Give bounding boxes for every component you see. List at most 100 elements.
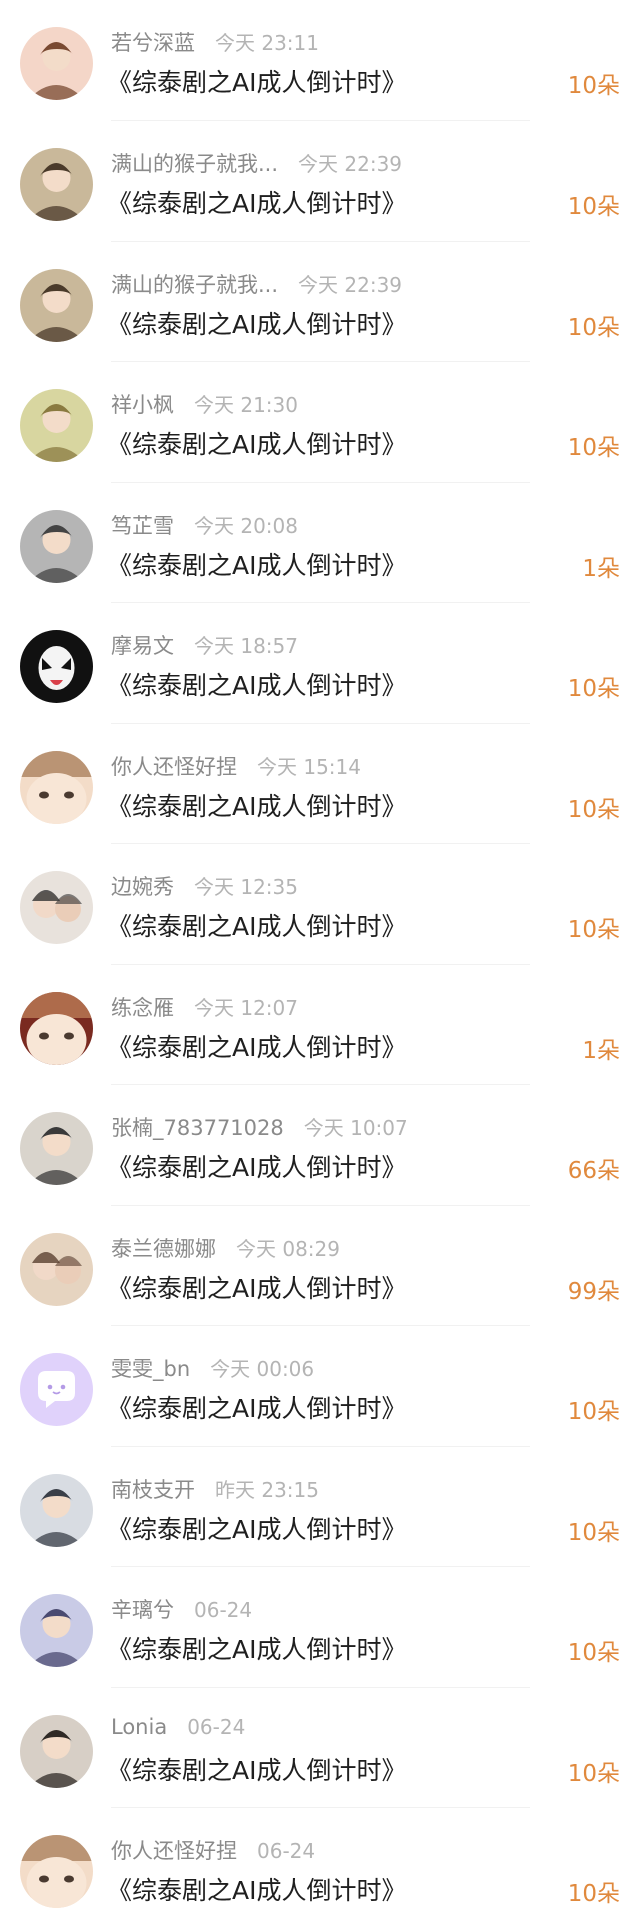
username[interactable]: 南枝支开	[111, 1478, 195, 1502]
book-title[interactable]: 《综泰剧之AI成人倒计时》	[107, 1630, 406, 1666]
book-title[interactable]: 《综泰剧之AI成人倒计时》	[107, 787, 406, 823]
list-item[interactable]: 练念雁 今天 12:07 《综泰剧之AI成人倒计时》 1朵	[0, 965, 640, 1085]
timestamp: 今天 00:06	[210, 1357, 315, 1381]
avatar[interactable]	[20, 1835, 93, 1908]
timestamp: 今天 12:07	[194, 995, 298, 1020]
timestamp: 昨天 23:15	[215, 1477, 319, 1502]
avatar-anime-icon	[20, 750, 93, 824]
list-item[interactable]: 笃芷雪 今天 20:08 《综泰剧之AI成人倒计时》 1朵	[0, 483, 640, 603]
avatar-mask-icon	[20, 630, 93, 703]
book-title[interactable]: 《综泰剧之AI成人倒计时》	[107, 305, 406, 341]
timestamp: 今天 23:11	[215, 31, 319, 55]
list-item[interactable]: 摩易文 今天 18:57 《综泰剧之AI成人倒计时》 10朵	[0, 603, 640, 724]
flower-count: 10朵	[567, 194, 620, 220]
avatar[interactable]	[20, 1112, 93, 1185]
list-item[interactable]: 辛璃兮 06-24 《综泰剧之AI成人倒计时》 10朵	[0, 1567, 640, 1688]
username[interactable]: 边婉秀	[111, 875, 174, 899]
avatar[interactable]	[20, 27, 93, 100]
avatar[interactable]	[20, 1353, 93, 1426]
username[interactable]: 雯雯_bn	[111, 1357, 190, 1381]
list-item[interactable]: 南枝支开 昨天 23:15 《综泰剧之AI成人倒计时》 10朵	[0, 1447, 640, 1567]
avatar[interactable]	[20, 268, 93, 342]
book-title[interactable]: 《综泰剧之AI成人倒计时》	[107, 1389, 406, 1425]
flower-count: 10朵	[567, 73, 620, 99]
book-title[interactable]: 《综泰剧之AI成人倒计时》	[107, 1510, 406, 1546]
list-item[interactable]: Lonia 06-24 《综泰剧之AI成人倒计时》 10朵	[0, 1688, 640, 1808]
list-item[interactable]: 雯雯_bn 今天 00:06 《综泰剧之AI成人倒计时》 10朵	[0, 1326, 640, 1447]
username[interactable]: 摩易文	[111, 634, 174, 658]
avatar[interactable]	[20, 509, 93, 583]
flower-count: 10朵	[567, 917, 620, 943]
book-title[interactable]: 《综泰剧之AI成人倒计时》	[107, 1871, 406, 1907]
list-item[interactable]: 祥小枫 今天 21:30 《综泰剧之AI成人倒计时》 10朵	[0, 362, 640, 483]
book-title[interactable]: 《综泰剧之AI成人倒计时》	[107, 425, 406, 461]
avatar-anime-icon	[20, 991, 93, 1065]
avatar[interactable]	[20, 389, 93, 462]
avatar[interactable]	[20, 1232, 93, 1306]
book-title[interactable]: 《综泰剧之AI成人倒计时》	[107, 1148, 406, 1184]
username[interactable]: 满山的猴子就我...	[111, 273, 278, 297]
avatar[interactable]	[20, 1473, 93, 1547]
list-item[interactable]: 若兮深蓝 今天 23:11 《综泰剧之AI成人倒计时》 10朵	[0, 0, 640, 121]
avatar-person-icon	[20, 509, 93, 583]
avatar[interactable]	[20, 871, 93, 944]
avatar-couple-icon	[20, 871, 93, 944]
avatar[interactable]	[20, 750, 93, 824]
avatar-person-icon	[20, 1112, 93, 1185]
timestamp: 今天 18:57	[194, 634, 298, 658]
username[interactable]: 张楠_783771028	[111, 1116, 284, 1140]
avatar-portrait-icon	[20, 148, 93, 221]
flower-count: 10朵	[567, 1519, 620, 1546]
book-title[interactable]: 《综泰剧之AI成人倒计时》	[107, 666, 406, 702]
list-item[interactable]: 满山的猴子就我... 今天 22:39 《综泰剧之AI成人倒计时》 10朵	[0, 242, 640, 362]
timestamp: 06-24	[187, 1714, 246, 1739]
flower-count: 99朵	[567, 1278, 620, 1305]
book-title[interactable]: 《综泰剧之AI成人倒计时》	[107, 1751, 406, 1787]
avatar[interactable]	[20, 630, 93, 703]
timestamp: 今天 08:29	[236, 1236, 340, 1261]
username[interactable]: 泰兰德娜娜	[111, 1237, 216, 1261]
username[interactable]: 若兮深蓝	[111, 31, 195, 55]
book-title[interactable]: 《综泰剧之AI成人倒计时》	[107, 184, 406, 220]
timestamp: 今天 20:08	[194, 513, 298, 538]
flower-count: 10朵	[567, 676, 620, 702]
flower-count: 10朵	[567, 1399, 620, 1425]
chat-bubble-icon	[20, 1353, 93, 1426]
username[interactable]: 辛璃兮	[111, 1598, 174, 1622]
book-title[interactable]: 《综泰剧之AI成人倒计时》	[107, 1028, 406, 1064]
username[interactable]: 你人还怪好捏	[111, 1839, 237, 1863]
flower-count: 10朵	[567, 1640, 620, 1666]
list-item[interactable]: 泰兰德娜娜 今天 08:29 《综泰剧之AI成人倒计时》 99朵	[0, 1206, 640, 1326]
gift-record-list: 若兮深蓝 今天 23:11 《综泰剧之AI成人倒计时》 10朵 满山的猴子就我..…	[0, 0, 640, 1929]
book-title[interactable]: 《综泰剧之AI成人倒计时》	[107, 1269, 406, 1305]
list-item[interactable]: 满山的猴子就我... 今天 22:39 《综泰剧之AI成人倒计时》 10朵	[0, 121, 640, 242]
username[interactable]: 祥小枫	[111, 393, 174, 417]
timestamp: 今天 15:14	[257, 754, 361, 779]
username[interactable]: 笃芷雪	[111, 514, 174, 538]
list-item[interactable]: 边婉秀 今天 12:35 《综泰剧之AI成人倒计时》 10朵	[0, 844, 640, 965]
avatar[interactable]	[20, 1594, 93, 1667]
username[interactable]: 满山的猴子就我...	[111, 152, 278, 176]
avatar-portrait-icon	[20, 268, 93, 342]
flower-count: 1朵	[582, 555, 620, 582]
avatar-person-icon	[20, 1473, 93, 1547]
flower-count: 1朵	[582, 1037, 620, 1064]
avatar[interactable]	[20, 1714, 93, 1788]
book-title[interactable]: 《综泰剧之AI成人倒计时》	[107, 63, 406, 99]
list-item[interactable]: 张楠_783771028 今天 10:07 《综泰剧之AI成人倒计时》 66朵	[0, 1085, 640, 1206]
avatar[interactable]	[20, 148, 93, 221]
username[interactable]: 你人还怪好捏	[111, 755, 237, 779]
timestamp: 06-24	[194, 1598, 253, 1622]
list-item[interactable]: 你人还怪好捏 今天 15:14 《综泰剧之AI成人倒计时》 10朵	[0, 724, 640, 844]
username[interactable]: Lonia	[111, 1715, 167, 1739]
book-title[interactable]: 《综泰剧之AI成人倒计时》	[107, 907, 406, 943]
book-title[interactable]: 《综泰剧之AI成人倒计时》	[107, 546, 406, 582]
avatar[interactable]	[20, 991, 93, 1065]
avatar-person-icon	[20, 1714, 93, 1788]
flower-count: 66朵	[567, 1158, 620, 1184]
avatar-girl-icon	[20, 1594, 93, 1667]
avatar-anime-icon	[20, 1835, 93, 1908]
username[interactable]: 练念雁	[111, 996, 174, 1020]
list-item[interactable]: 你人还怪好捏 06-24 《综泰剧之AI成人倒计时》 10朵	[0, 1808, 640, 1929]
flower-count: 10朵	[567, 435, 620, 461]
